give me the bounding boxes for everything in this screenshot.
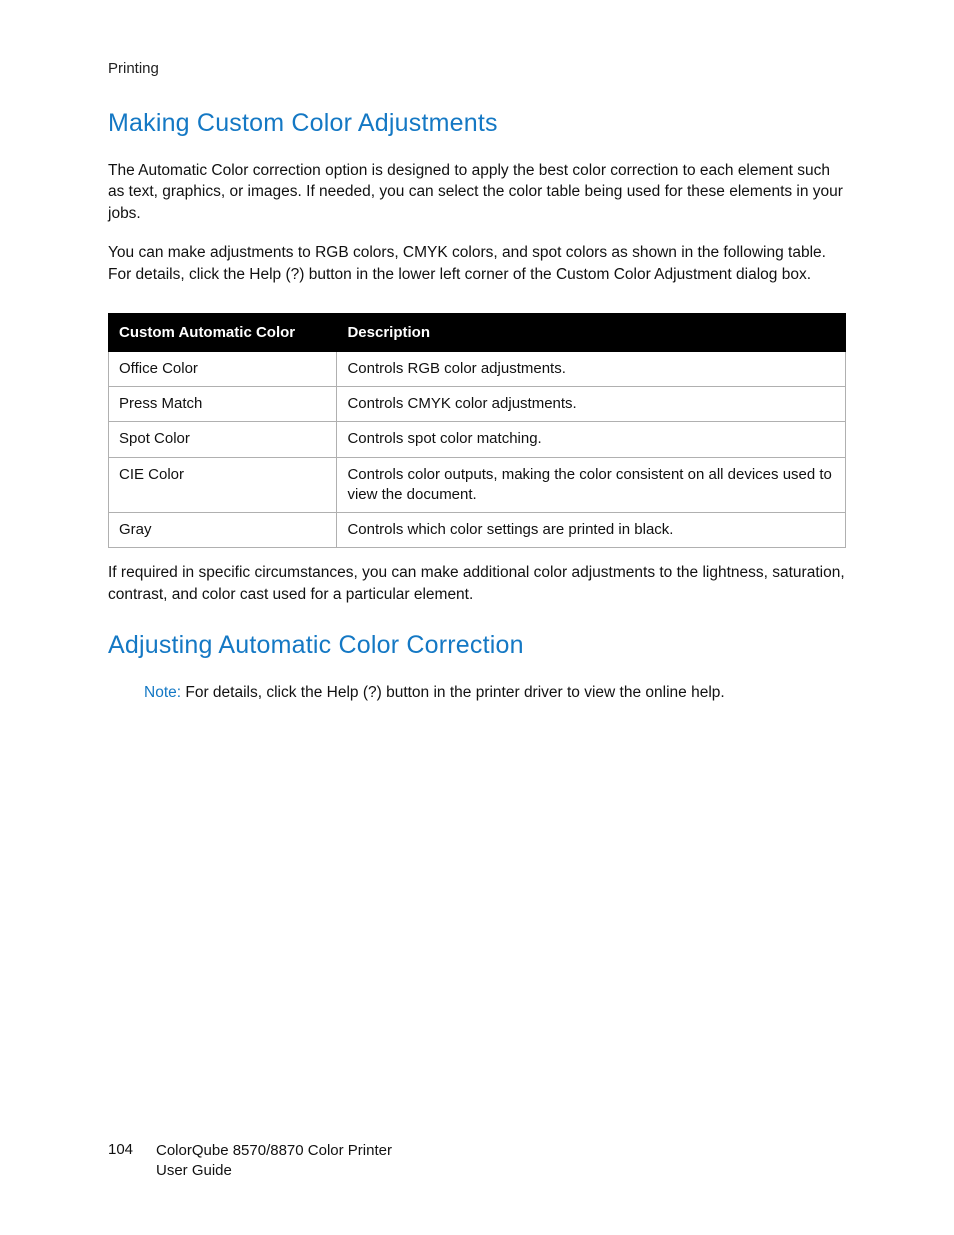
- product-info: ColorQube 8570/8870 Color Printer User G…: [156, 1141, 392, 1182]
- table-cell: Controls which color settings are printe…: [337, 513, 846, 548]
- note-line: Note: For details, click the Help (?) bu…: [108, 682, 846, 703]
- table-row: Press Match Controls CMYK color adjustme…: [109, 387, 846, 422]
- heading-making-custom-color-adjustments: Making Custom Color Adjustments: [108, 109, 846, 138]
- table-header-col2: Description: [337, 313, 846, 351]
- table-cell: Controls color outputs, making the color…: [337, 457, 846, 513]
- product-name: ColorQube 8570/8870 Color Printer: [156, 1141, 392, 1161]
- table-row: Gray Controls which color settings are p…: [109, 513, 846, 548]
- paragraph-additional-adjustments: If required in specific circumstances, y…: [108, 562, 846, 605]
- document-type: User Guide: [156, 1161, 392, 1181]
- table-header-row: Custom Automatic Color Description: [109, 313, 846, 351]
- paragraph-intro: The Automatic Color correction option is…: [108, 160, 846, 224]
- table-row: Office Color Controls RGB color adjustme…: [109, 351, 846, 386]
- table-row: CIE Color Controls color outputs, making…: [109, 457, 846, 513]
- page-footer: 104 ColorQube 8570/8870 Color Printer Us…: [108, 1141, 392, 1182]
- table-header-col1: Custom Automatic Color: [109, 313, 337, 351]
- table-row: Spot Color Controls spot color matching.: [109, 422, 846, 457]
- custom-automatic-color-table: Custom Automatic Color Description Offic…: [108, 313, 846, 549]
- table-cell: Controls CMYK color adjustments.: [337, 387, 846, 422]
- table-cell: Controls RGB color adjustments.: [337, 351, 846, 386]
- table-cell: Office Color: [109, 351, 337, 386]
- color-table-container: Custom Automatic Color Description Offic…: [108, 313, 846, 549]
- note-text: For details, click the Help (?) button i…: [181, 684, 725, 701]
- table-cell: Gray: [109, 513, 337, 548]
- document-page: Printing Making Custom Color Adjustments…: [0, 0, 954, 1235]
- table-cell: CIE Color: [109, 457, 337, 513]
- section-label: Printing: [108, 60, 846, 77]
- table-cell: Spot Color: [109, 422, 337, 457]
- note-label: Note:: [144, 684, 181, 701]
- table-cell: Press Match: [109, 387, 337, 422]
- page-number: 104: [108, 1141, 138, 1158]
- paragraph-adjustments: You can make adjustments to RGB colors, …: [108, 242, 846, 285]
- heading-adjusting-automatic-color-correction: Adjusting Automatic Color Correction: [108, 631, 846, 660]
- table-cell: Controls spot color matching.: [337, 422, 846, 457]
